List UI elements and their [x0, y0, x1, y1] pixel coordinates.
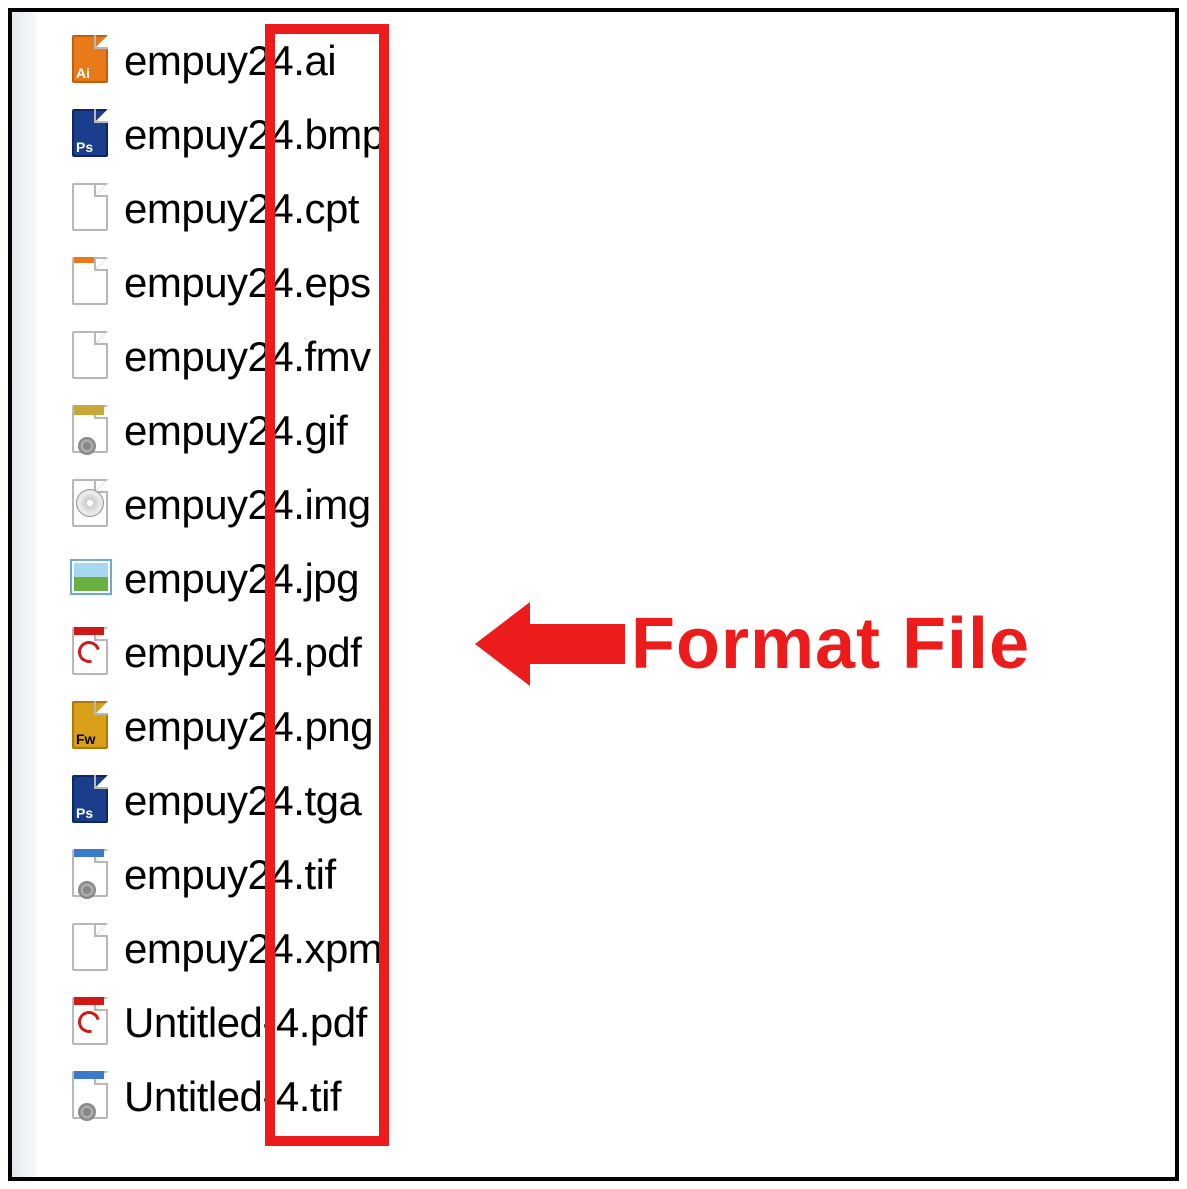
file-item[interactable]: Ps empuy24.bmp: [68, 98, 385, 172]
file-list: Ai empuy24.ai Ps empuy24.bmp empuy24.cpt empu…: [68, 24, 385, 1134]
file-item[interactable]: empuy24.cpt: [68, 172, 385, 246]
file-name-label: empuy24.jpg: [124, 555, 359, 603]
file-item[interactable]: empuy24.img: [68, 468, 385, 542]
gif-file-icon: [68, 403, 114, 459]
blank-file-icon: [68, 921, 114, 977]
annotation-arrow-group: Format File: [475, 594, 1030, 694]
blank-file-icon: [68, 329, 114, 385]
file-name-label: Untitled-4.pdf: [124, 999, 367, 1047]
file-name-label: empuy24.png: [124, 703, 373, 751]
file-item[interactable]: Ai empuy24.ai: [68, 24, 385, 98]
img-file-icon: [68, 477, 114, 533]
file-name-label: empuy24.tif: [124, 851, 336, 899]
pdf-file-icon: [68, 995, 114, 1051]
file-item[interactable]: empuy24.jpg: [68, 542, 385, 616]
jpg-file-icon: [68, 551, 114, 607]
file-item[interactable]: empuy24.fmv: [68, 320, 385, 394]
icon-badge: Ps: [76, 805, 93, 821]
file-name-label: empuy24.ai: [124, 37, 336, 85]
file-name-label: empuy24.cpt: [124, 185, 359, 233]
tif-file-icon: [68, 847, 114, 903]
icon-badge: Ps: [76, 139, 93, 155]
file-name-label: empuy24.fmv: [124, 333, 371, 381]
file-item[interactable]: empuy24.eps: [68, 246, 385, 320]
file-item[interactable]: Fw empuy24.png: [68, 690, 385, 764]
file-item[interactable]: empuy24.gif: [68, 394, 385, 468]
pdf-file-icon: [68, 625, 114, 681]
file-name-label: empuy24.bmp: [124, 111, 385, 159]
window-frame: Ai empuy24.ai Ps empuy24.bmp empuy24.cpt empu…: [8, 8, 1179, 1181]
eps-file-icon: [68, 255, 114, 311]
file-item[interactable]: Ps empuy24.tga: [68, 764, 385, 838]
file-name-label: empuy24.pdf: [124, 629, 361, 677]
file-name-label: empuy24.gif: [124, 407, 347, 455]
icon-badge: Ai: [76, 65, 90, 81]
file-item[interactable]: empuy24.tif: [68, 838, 385, 912]
fw-file-icon: Fw: [68, 699, 114, 755]
ps-file-icon: Ps: [68, 773, 114, 829]
tif-file-icon: [68, 1069, 114, 1125]
icon-badge: Fw: [76, 731, 95, 747]
ps-file-icon: Ps: [68, 107, 114, 163]
blank-file-icon: [68, 181, 114, 237]
annotation-label: Format File: [631, 603, 1030, 685]
file-name-label: empuy24.img: [124, 481, 371, 529]
file-name-label: empuy24.tga: [124, 777, 361, 825]
file-item[interactable]: Untitled-4.tif: [68, 1060, 385, 1134]
file-item[interactable]: empuy24.pdf: [68, 616, 385, 690]
file-name-label: empuy24.eps: [124, 259, 371, 307]
file-item[interactable]: Untitled-4.pdf: [68, 986, 385, 1060]
ai-file-icon: Ai: [68, 33, 114, 89]
arrow-left-icon: [475, 594, 625, 694]
scrollbar-edge: [12, 12, 36, 1177]
file-name-label: empuy24.xpm: [124, 925, 382, 973]
file-name-label: Untitled-4.tif: [124, 1073, 341, 1121]
file-item[interactable]: empuy24.xpm: [68, 912, 385, 986]
